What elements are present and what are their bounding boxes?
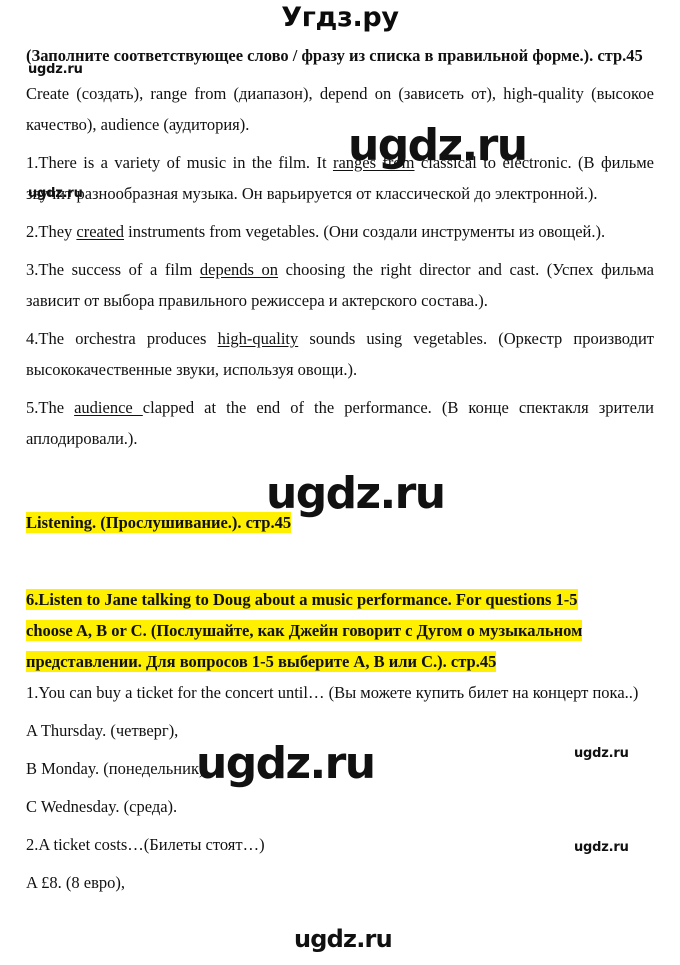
- question-number-1: 1.: [26, 683, 39, 702]
- question-1-option-c: C Wednesday. (среда).: [26, 797, 178, 816]
- section-spacer-2: [26, 538, 654, 584]
- section-spacer-1: [26, 461, 654, 507]
- answer-item-1: 1.There is a variety of music in the fil…: [26, 147, 654, 209]
- exercise-instruction-line2: форме.). стр.45: [532, 46, 643, 65]
- answer-pre-2: They: [38, 222, 77, 241]
- answer-underlined-5: audience: [74, 398, 143, 417]
- answer-number-2: 2.: [26, 222, 39, 241]
- answer-underlined-3: depends on: [199, 260, 279, 279]
- answer-pre-3: The success of a film: [38, 260, 200, 279]
- question-1-option-b: B Monday. (понедельник),: [26, 759, 209, 778]
- listening-section-heading: Listening. (Прослушивание.). стр.45: [26, 507, 654, 538]
- task6-line3: представлении. Для вопросов 1-5 выберите…: [26, 651, 497, 672]
- answer-item-3: 3.The success of a film depends on choos…: [26, 254, 654, 316]
- document-page: Угдз.ру ugdz.ru ugdz.ru ugdz.ru ugdz.ru …: [0, 0, 680, 965]
- answer-pre-4: The orchestra produces: [38, 329, 218, 348]
- question-item-2: 2.A ticket costs…(Билеты стоят…): [26, 829, 654, 860]
- answer-number-5: 5.: [26, 398, 39, 417]
- answer-underlined-2: created: [76, 222, 125, 241]
- question-text-1: You can buy a ticket for the concert unt…: [38, 683, 639, 702]
- task6-instruction: 6.Listen to Jane talking to Doug about a…: [26, 584, 654, 677]
- exercise-instruction: (Заполните соответствующее слово / фразу…: [26, 40, 654, 71]
- watermark-ugdz-8: ugdz.ru: [294, 925, 393, 953]
- answer-item-2: 2.They created instruments from vegetabl…: [26, 216, 654, 247]
- site-brand-watermark: Угдз.ру: [281, 2, 399, 33]
- word-bank: Create (создать), range from (диапазон),…: [26, 84, 654, 134]
- listening-section-heading-text: Listening. (Прослушивание.). стр.45: [26, 512, 292, 533]
- answer-number-1: 1.: [26, 153, 39, 172]
- answer-pre-5: The: [38, 398, 75, 417]
- answer-number-3: 3.: [26, 260, 39, 279]
- answer-pre-1: There is a variety of music in the film.…: [38, 153, 333, 172]
- answer-number-4: 4.: [26, 329, 39, 348]
- question-item-1: 1.You can buy a ticket for the concert u…: [26, 677, 654, 708]
- task6-line2: choose A, B or C. (Послушайте, как Джейн…: [26, 620, 583, 641]
- answer-underlined-1: ranges from: [332, 153, 415, 172]
- question-text-2: A ticket costs…(Билеты стоят…): [38, 835, 265, 854]
- question-2-option-a: A £8. (8 евро),: [26, 873, 125, 892]
- answer-item-4: 4.The orchestra produces high-quality so…: [26, 323, 654, 385]
- answer-underlined-4: high-quality: [217, 329, 299, 348]
- question-number-2: 2.: [26, 835, 39, 854]
- exercise-instruction-line1: (Заполните соответствующее слово / фразу…: [26, 46, 529, 65]
- answer-item-5: 5.The audience clapped at the end of the…: [26, 392, 654, 454]
- task6-line1: 6.Listen to Jane talking to Doug about a…: [26, 589, 578, 610]
- question-1-option-a: A Thursday. (четверг),: [26, 721, 179, 740]
- document-content: (Заполните соответствующее слово / фразу…: [26, 40, 654, 905]
- answer-post-2: instruments from vegetables. (Они создал…: [124, 222, 606, 241]
